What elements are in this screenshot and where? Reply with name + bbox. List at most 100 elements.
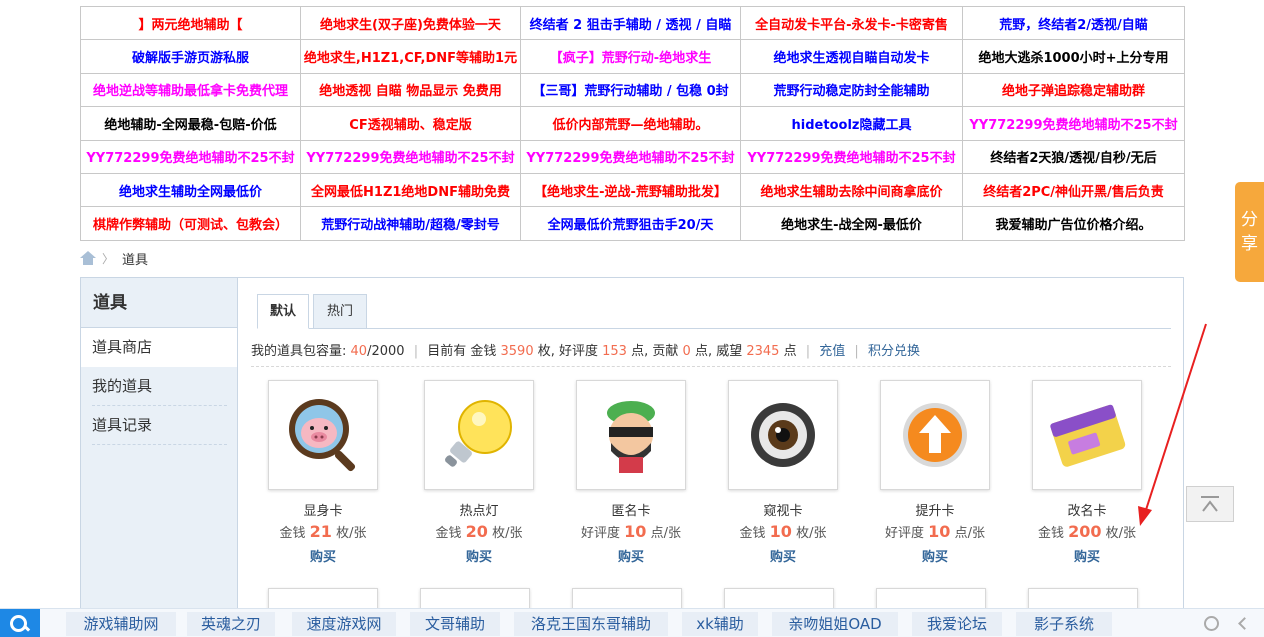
ad-link[interactable]: 绝地求生辅助全网最低价: [80, 172, 301, 208]
ad-link[interactable]: 全网最低H1Z1绝地DNF辅助免费: [300, 172, 521, 208]
recharge-link[interactable]: 充值: [819, 344, 845, 359]
ad-link[interactable]: 绝地逆战等辅助最低拿卡免费代理: [80, 72, 301, 108]
item-price-value: 20: [465, 522, 488, 541]
ad-link[interactable]: 终结者2PC/神仙开黑/售后负责: [962, 172, 1185, 208]
ad-link[interactable]: YY772299免费绝地辅助不25不封: [520, 139, 741, 174]
ad-link[interactable]: 绝地求生辅助去除中间商拿底价: [740, 172, 963, 208]
ad-link[interactable]: 【三哥】荒野行动辅助 / 包稳 0封: [520, 72, 741, 108]
ad-link[interactable]: 全网最低价荒野狙击手20/天: [520, 206, 741, 241]
collapse-icon[interactable]: [1238, 617, 1251, 630]
ad-link[interactable]: 绝地求生-战全网-最低价: [740, 206, 963, 241]
item-image[interactable]: [728, 380, 838, 490]
item-image[interactable]: [576, 380, 686, 490]
ad-link[interactable]: 绝地辅助-全网最稳-包赔-价低: [80, 106, 301, 141]
share-button[interactable]: 分享: [1235, 182, 1264, 282]
item-unit: 点/张: [954, 526, 985, 541]
home-icon[interactable]: [80, 251, 96, 265]
rating-value: 153: [602, 344, 627, 359]
divider: [251, 366, 1171, 367]
buy-button[interactable]: 购买: [1011, 546, 1163, 565]
ad-link[interactable]: hidetoolz隐藏工具: [740, 106, 963, 141]
buy-button[interactable]: 购买: [555, 546, 707, 565]
item-price-value: 10: [928, 522, 951, 541]
sidebar-item-my-props[interactable]: 我的道具: [92, 367, 227, 406]
eye-icon: [751, 403, 815, 467]
bottom-link[interactable]: 速度游戏网: [292, 612, 396, 636]
breadcrumb: 〉 道具: [80, 249, 148, 268]
up-arrow-icon: [903, 403, 967, 467]
ad-row: YY772299免费绝地辅助不25不封 YY772299免费绝地辅助不25不封 YY…: [80, 139, 1185, 174]
ad-link[interactable]: YY772299免费绝地辅助不25不封: [300, 139, 521, 174]
ad-link[interactable]: 【疯子】荒野行动-绝地求生: [520, 39, 741, 74]
ad-link[interactable]: 荒野，终结者2/透视/自瞄: [962, 5, 1185, 41]
exchange-link[interactable]: 积分兑换: [868, 344, 920, 359]
item-image[interactable]: [424, 380, 534, 490]
item-price: 金钱 20 枚/张: [403, 522, 555, 541]
ad-link[interactable]: 【绝地求生-逆战-荒野辅助批发】: [520, 172, 741, 208]
tab-bar: 默认 热门: [257, 294, 1171, 329]
ad-row: 】两元绝地辅助【 绝地求生(双子座)免费体验一天 终结者 2 狙击手辅助 / 透视 …: [80, 5, 1185, 41]
bottom-link[interactable]: 游戏辅助网: [66, 612, 176, 636]
contrib-unit: 点, 威望: [694, 344, 743, 359]
bottom-link[interactable]: 亲吻姐姐OAD: [772, 612, 898, 636]
item-card: 显身卡 金钱 21 枚/张 购买: [247, 380, 399, 565]
ad-link[interactable]: 绝地求生(双子座)免费体验一天: [300, 5, 521, 41]
item-price: 金钱 10 枚/张: [707, 522, 859, 541]
ad-row: 破解版手游页游私服 绝地求生,H1Z1,CF,DNF等辅助1元 【疯子】荒野行动-绝…: [80, 39, 1185, 74]
capacity-label: 我的道具包容量:: [251, 344, 347, 359]
ad-link[interactable]: 我爱辅助广告位价格介绍。: [962, 206, 1185, 241]
ad-link[interactable]: 低价内部荒野—绝地辅助。: [520, 106, 741, 141]
ad-link[interactable]: 全自动发卡平台-永发卡-卡密寄售: [740, 5, 963, 41]
ad-link[interactable]: YY772299免费绝地辅助不25不封: [80, 139, 301, 174]
ad-link[interactable]: CF透视辅助、稳定版: [300, 106, 521, 141]
ad-link[interactable]: 绝地透视 自瞄 物品显示 免费用: [300, 72, 521, 108]
buy-button[interactable]: 购买: [403, 546, 555, 565]
item-image[interactable]: [268, 380, 378, 490]
ad-link[interactable]: YY772299免费绝地辅助不25不封: [962, 106, 1185, 141]
ad-link[interactable]: 荒野行动战神辅助/超稳/零封号: [300, 206, 521, 241]
item-currency: 好评度: [581, 526, 621, 541]
item-image[interactable]: [880, 380, 990, 490]
item-currency: 金钱: [739, 526, 766, 541]
bottom-link[interactable]: xk辅助: [682, 612, 758, 636]
ad-link[interactable]: 绝地求生,H1Z1,CF,DNF等辅助1元: [300, 39, 521, 74]
ad-link[interactable]: 终结者 2 狙击手辅助 / 透视 / 自瞄: [520, 5, 741, 41]
ad-link[interactable]: YY772299免费绝地辅助不25不封: [740, 139, 963, 174]
stats-bar: 我的道具包容量: 40/2000 | 目前有 金钱 3590 枚, 好评度 15…: [251, 340, 920, 360]
bottom-link[interactable]: 洛克王国东哥辅助: [514, 612, 668, 636]
money-value: 3590: [500, 344, 534, 359]
sidebar-item-shop[interactable]: 道具商店: [81, 328, 237, 367]
item-price-value: 10: [624, 522, 647, 541]
tab-default[interactable]: 默认: [257, 294, 309, 329]
bottom-link[interactable]: 文哥辅助: [410, 612, 500, 636]
ad-link[interactable]: 绝地大逃杀1000小时+上分专用: [962, 39, 1185, 74]
buy-button[interactable]: 购买: [707, 546, 859, 565]
tab-hot[interactable]: 热门: [313, 294, 367, 329]
bottom-link[interactable]: 影子系统: [1016, 612, 1112, 636]
ad-link[interactable]: 】两元绝地辅助【: [80, 5, 301, 41]
browser-logo-icon[interactable]: [0, 609, 40, 637]
breadcrumb-separator: 〉: [102, 251, 115, 266]
settings-icon[interactable]: [1204, 616, 1219, 631]
prestige-value: 2345: [746, 344, 780, 359]
item-unit: 枚/张: [796, 526, 827, 541]
item-image[interactable]: [1032, 380, 1142, 490]
bottom-link[interactable]: 英魂之刃: [187, 612, 275, 636]
ad-link[interactable]: 破解版手游页游私服: [80, 39, 301, 74]
bottom-link[interactable]: 我爱论坛: [912, 612, 1002, 636]
ad-row: 棋牌作弊辅助（可测试、包教会） 荒野行动战神辅助/超稳/零封号 全网最低价荒野狙击手…: [80, 206, 1185, 241]
sidebar-title: 道具: [81, 278, 237, 328]
ad-link[interactable]: 终结者2天狼/透视/自秒/无后: [962, 139, 1185, 174]
ad-link[interactable]: 绝地子弹追踪稳定辅助群: [962, 72, 1185, 108]
ad-link[interactable]: 绝地求生透视自瞄自动发卡: [740, 39, 963, 74]
ad-link[interactable]: 荒野行动稳定防封全能辅助: [740, 72, 963, 108]
sidebar-item-records[interactable]: 道具记录: [92, 406, 227, 445]
stats-divider: |: [413, 344, 419, 359]
pig-magnifier-icon: [289, 399, 356, 472]
ad-link[interactable]: 棋牌作弊辅助（可测试、包教会）: [80, 206, 301, 241]
breadcrumb-current[interactable]: 道具: [122, 249, 148, 268]
contrib-value: 0: [682, 344, 691, 359]
buy-button[interactable]: 购买: [859, 546, 1011, 565]
buy-button[interactable]: 购买: [247, 546, 399, 565]
ad-row: 绝地逆战等辅助最低拿卡免费代理 绝地透视 自瞄 物品显示 免费用 【三哥】荒野行动辅…: [80, 72, 1185, 108]
